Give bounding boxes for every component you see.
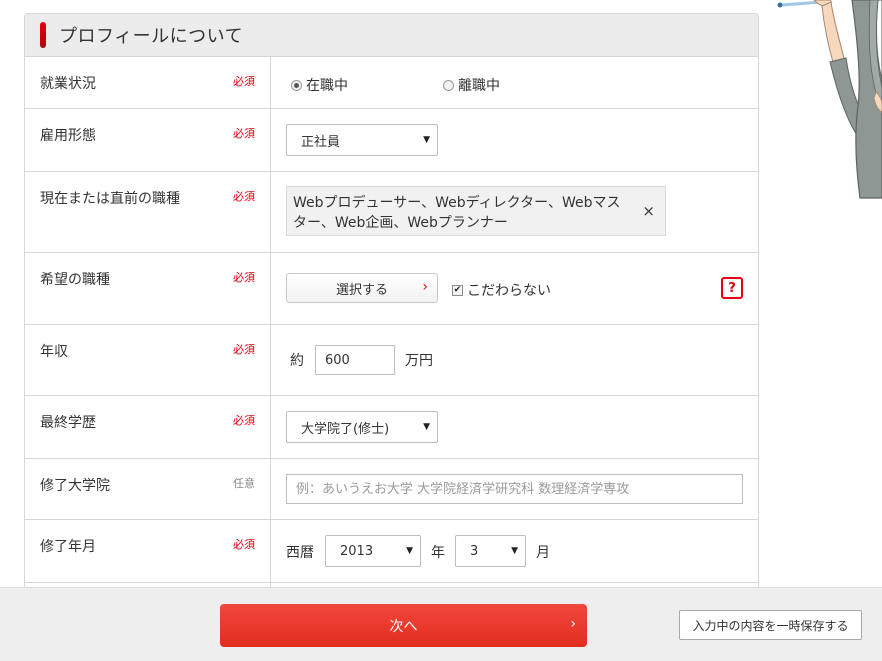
radio-unemployed[interactable]: 離職中 xyxy=(443,75,500,95)
row-employment-type: 雇用形態 必須 正社員 ▼ xyxy=(25,109,758,172)
label-cell: 最終学歴 必須 xyxy=(25,396,271,458)
select-job-button[interactable]: 選択する › xyxy=(286,273,438,303)
required-badge: 必須 xyxy=(233,190,255,203)
graduation-year-select[interactable]: 2013 ▼ xyxy=(325,535,421,567)
month-unit: 月 xyxy=(536,545,550,561)
year-unit: 年 xyxy=(431,545,445,561)
checkbox-checked-icon: ✔ xyxy=(452,284,463,296)
next-button[interactable]: 次へ › xyxy=(220,604,587,647)
income-unit: 万円 xyxy=(405,353,433,369)
select-value: 2013 xyxy=(340,543,374,559)
section-title: プロフィールについて xyxy=(59,26,244,47)
radio-checked-icon xyxy=(291,79,302,91)
row-graduate-school: 修了大学院 任意 xyxy=(25,459,758,520)
save-draft-button-label: 入力中の内容を一時保存する xyxy=(692,618,849,633)
selected-job-tag: Webプロデューサー、Webディレクター、Webマスター、Web企画、Webプラ… xyxy=(286,186,666,236)
field-cell xyxy=(271,459,758,519)
field-cell: 選択する › ✔ こだわらない ? xyxy=(271,253,758,324)
profile-form-panel: プロフィールについて 就業状況 必須 在職中 離職中 雇用形態 必須 正社員 ▼… xyxy=(24,13,759,613)
field-label: 年収 xyxy=(40,344,68,360)
row-graduation-date: 修了年月 必須 西暦 2013 ▼ 年 3 ▼ 月 xyxy=(25,520,758,583)
employment-type-select[interactable]: 正社員 ▼ xyxy=(286,124,438,156)
row-education: 最終学歴 必須 大学院了(修士) ▼ xyxy=(25,396,758,459)
field-label: 就業状況 xyxy=(40,76,96,92)
field-label: 現在または直前の職種 xyxy=(40,191,180,207)
income-prefix: 約 xyxy=(290,353,304,369)
no-preference-checkbox[interactable]: ✔ こだわらない xyxy=(452,280,551,300)
checkbox-label: こだわらない xyxy=(467,283,551,299)
row-income: 年収 必須 約 万円 xyxy=(25,325,758,396)
dropdown-arrow-icon: ▼ xyxy=(406,546,413,556)
required-badge: 必須 xyxy=(233,75,255,88)
era-label: 西暦 xyxy=(286,545,314,561)
required-badge: 必須 xyxy=(233,343,255,356)
income-input[interactable] xyxy=(315,345,395,375)
radio-employed[interactable]: 在職中 xyxy=(291,75,348,95)
graduate-school-input[interactable] xyxy=(286,474,743,504)
required-badge: 必須 xyxy=(233,414,255,427)
save-draft-button[interactable]: 入力中の内容を一時保存する xyxy=(679,610,862,640)
select-value: 正社員 xyxy=(301,134,341,150)
field-cell: 在職中 離職中 xyxy=(271,57,758,108)
label-cell: 年収 必須 xyxy=(25,325,271,395)
required-badge: 必須 xyxy=(233,271,255,284)
radio-label: 離職中 xyxy=(458,78,500,94)
label-cell: 修了年月 必須 xyxy=(25,520,271,582)
row-employment-status: 就業状況 必須 在職中 離職中 xyxy=(25,57,758,109)
field-label: 修了大学院 xyxy=(40,478,110,494)
row-current-job: 現在または直前の職種 必須 Webプロデューサー、Webディレクター、Webマス… xyxy=(25,172,758,253)
label-cell: 現在または直前の職種 必須 xyxy=(25,172,271,252)
field-label: 修了年月 xyxy=(40,539,96,555)
selected-job-text: Webプロデューサー、Webディレクター、Webマスター、Web企画、Webプラ… xyxy=(293,195,621,231)
close-icon[interactable]: × xyxy=(642,202,655,220)
field-cell: 正社員 ▼ xyxy=(271,109,758,171)
chevron-right-icon: › xyxy=(570,616,576,632)
required-badge: 必須 xyxy=(233,538,255,551)
chevron-right-icon: › xyxy=(422,279,428,295)
field-cell: 西暦 2013 ▼ 年 3 ▼ 月 xyxy=(271,520,758,582)
person-illustration xyxy=(777,0,882,199)
row-desired-job: 希望の職種 必須 選択する › ✔ こだわらない ? xyxy=(25,253,758,325)
required-badge: 必須 xyxy=(233,127,255,140)
field-label: 最終学歴 xyxy=(40,415,96,431)
radio-label: 在職中 xyxy=(306,78,348,94)
field-label: 雇用形態 xyxy=(40,128,96,144)
optional-badge: 任意 xyxy=(233,477,255,490)
section-marker-icon xyxy=(40,22,46,48)
dropdown-arrow-icon: ▼ xyxy=(423,135,430,145)
select-job-button-label: 選択する xyxy=(335,282,388,298)
select-value: 3 xyxy=(470,543,479,559)
label-cell: 修了大学院 任意 xyxy=(25,459,271,519)
label-cell: 希望の職種 必須 xyxy=(25,253,271,324)
dropdown-arrow-icon: ▼ xyxy=(423,422,430,432)
field-cell: 約 万円 xyxy=(271,325,758,395)
education-select[interactable]: 大学院了(修士) ▼ xyxy=(286,411,438,443)
help-icon[interactable]: ? xyxy=(721,277,743,299)
dropdown-arrow-icon: ▼ xyxy=(511,546,518,556)
graduation-month-select[interactable]: 3 ▼ xyxy=(455,535,526,567)
select-value: 大学院了(修士) xyxy=(301,421,390,437)
footer-bar: 次へ › 入力中の内容を一時保存する xyxy=(0,587,882,661)
radio-unchecked-icon xyxy=(443,79,454,91)
field-cell: Webプロデューサー、Webディレクター、Webマスター、Web企画、Webプラ… xyxy=(271,172,758,252)
field-label: 希望の職種 xyxy=(40,272,110,288)
label-cell: 雇用形態 必須 xyxy=(25,109,271,171)
field-cell: 大学院了(修士) ▼ xyxy=(271,396,758,458)
section-header: プロフィールについて xyxy=(25,14,758,57)
label-cell: 就業状況 必須 xyxy=(25,57,271,108)
next-button-label: 次へ xyxy=(389,618,418,635)
